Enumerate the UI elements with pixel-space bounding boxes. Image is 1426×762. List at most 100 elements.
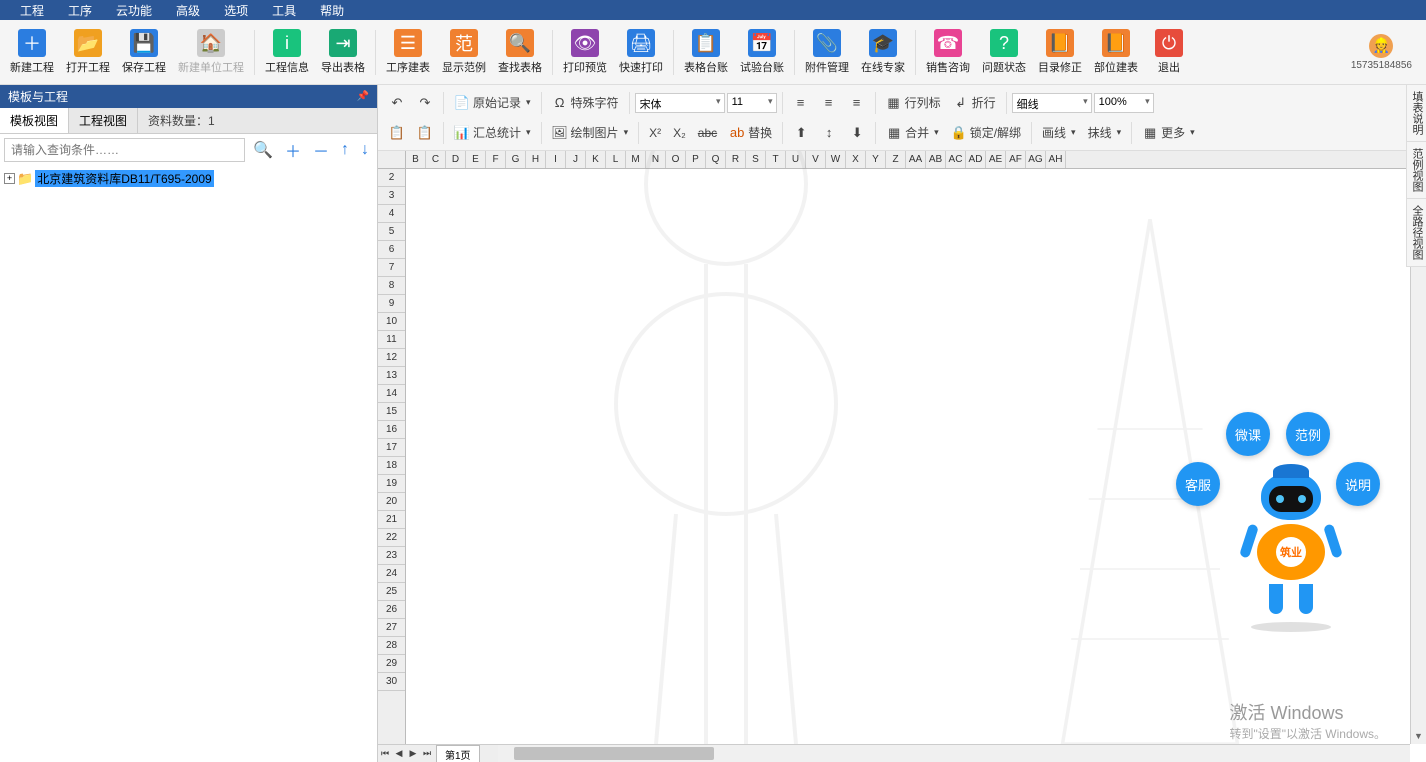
align-right-button[interactable]: ≡ <box>844 92 870 114</box>
row-header[interactable]: 20 <box>378 493 405 511</box>
row-header[interactable]: 12 <box>378 349 405 367</box>
col-header[interactable]: C <box>426 151 446 168</box>
collapse-icon[interactable]: － <box>309 138 333 162</box>
col-header[interactable]: AF <box>1006 151 1026 168</box>
row-header[interactable]: 22 <box>378 529 405 547</box>
col-header[interactable]: N <box>646 151 666 168</box>
bubble-kefu[interactable]: 客服 <box>1176 462 1220 506</box>
zoom-select[interactable]: 100% <box>1094 93 1154 113</box>
row-header[interactable]: 21 <box>378 511 405 529</box>
font-size-select[interactable]: 11 <box>727 93 777 113</box>
row-header[interactable]: 15 <box>378 403 405 421</box>
col-header[interactable]: P <box>686 151 706 168</box>
bubble-weike[interactable]: 微课 <box>1226 412 1270 456</box>
toolbar-表格台账[interactable]: 📋表格台账 <box>678 25 734 79</box>
menu-2[interactable]: 云功能 <box>104 2 164 19</box>
menu-5[interactable]: 工具 <box>260 2 308 19</box>
valign-middle-button[interactable]: ↕ <box>816 122 842 144</box>
row-header[interactable]: 11 <box>378 331 405 349</box>
next-sheet-icon[interactable]: ▶ <box>406 748 420 759</box>
side-tab-2[interactable]: 全路径视图 <box>1407 199 1426 267</box>
side-tab-0[interactable]: 填表说明 <box>1407 85 1426 142</box>
valign-top-button[interactable]: ⬆ <box>788 122 814 144</box>
down-icon[interactable]: ↓ <box>357 141 373 159</box>
redo-button[interactable]: ↷ <box>412 92 438 114</box>
col-header[interactable]: M <box>626 151 646 168</box>
row-header[interactable]: 9 <box>378 295 405 313</box>
col-header[interactable]: U <box>786 151 806 168</box>
col-header[interactable]: AD <box>966 151 986 168</box>
row-header[interactable]: 17 <box>378 439 405 457</box>
menu-4[interactable]: 选项 <box>212 2 260 19</box>
toolbar-打印预览[interactable]: 👁打印预览 <box>557 25 613 79</box>
col-header[interactable]: AE <box>986 151 1006 168</box>
superscript-button[interactable]: X² <box>644 123 666 143</box>
subscript-button[interactable]: X₂ <box>668 123 691 143</box>
tree-root-label[interactable]: 北京建筑资料库DB11/T695-2009 <box>35 170 214 187</box>
col-header[interactable]: B <box>406 151 426 168</box>
col-header[interactable]: W <box>826 151 846 168</box>
toolbar-附件管理[interactable]: 📎附件管理 <box>799 25 855 79</box>
col-header[interactable]: Z <box>886 151 906 168</box>
prev-sheet-icon[interactable]: ◀ <box>392 748 406 759</box>
merge-button[interactable]: ▦合并▾ <box>881 121 944 144</box>
orig-record-button[interactable]: 📄原始记录▾ <box>449 91 536 114</box>
row-header[interactable]: 25 <box>378 583 405 601</box>
draw-image-button[interactable]: 🖼绘制图片▾ <box>547 121 634 144</box>
tree-toggle-icon[interactable]: + <box>4 173 15 184</box>
col-header[interactable]: Q <box>706 151 726 168</box>
search-icon[interactable]: 🔍 <box>249 140 277 160</box>
first-sheet-icon[interactable]: ⏮ <box>378 748 392 759</box>
row-header[interactable]: 28 <box>378 637 405 655</box>
col-header[interactable]: AH <box>1046 151 1066 168</box>
col-header[interactable]: E <box>466 151 486 168</box>
col-header[interactable]: L <box>606 151 626 168</box>
col-header[interactable]: J <box>566 151 586 168</box>
col-header[interactable]: F <box>486 151 506 168</box>
col-header[interactable]: AB <box>926 151 946 168</box>
sheet-corner[interactable] <box>378 151 406 169</box>
scroll-down-icon[interactable]: ▼ <box>1411 728 1426 744</box>
row-header[interactable]: 23 <box>378 547 405 565</box>
col-header[interactable]: Y <box>866 151 886 168</box>
up-icon[interactable]: ↑ <box>337 141 353 159</box>
sheet-tab[interactable]: 第1页 <box>436 745 480 762</box>
toolbar-在线专家[interactable]: 🎓在线专家 <box>855 25 911 79</box>
toolbar-工序建表[interactable]: ☰工序建表 <box>380 25 436 79</box>
col-header[interactable]: I <box>546 151 566 168</box>
row-header[interactable]: 29 <box>378 655 405 673</box>
toolbar-新建工程[interactable]: ＋新建工程 <box>4 25 60 79</box>
robot-mascot[interactable]: 筑业 <box>1246 472 1336 632</box>
align-center-button[interactable]: ≡ <box>816 92 842 114</box>
expand-icon[interactable]: ＋ <box>281 138 305 162</box>
strikethrough-button[interactable]: abc <box>693 123 722 143</box>
menu-1[interactable]: 工序 <box>56 2 104 19</box>
toolbar-销售咨询[interactable]: ☎销售咨询 <box>920 25 976 79</box>
horizontal-scrollbar[interactable] <box>498 744 1410 762</box>
row-header[interactable]: 10 <box>378 313 405 331</box>
bubble-fanli[interactable]: 范例 <box>1286 412 1330 456</box>
row-header[interactable]: 14 <box>378 385 405 403</box>
tree-root-node[interactable]: + 📁 北京建筑资料库DB11/T695-2009 <box>4 170 373 187</box>
toolbar-显示范例[interactable]: 范显示范例 <box>436 25 492 79</box>
toolbar-试验台账[interactable]: 📅试验台账 <box>734 25 790 79</box>
grid-body[interactable] <box>406 169 1410 744</box>
more-button[interactable]: ▦更多▾ <box>1137 121 1200 144</box>
row-header[interactable]: 3 <box>378 187 405 205</box>
col-header[interactable]: V <box>806 151 826 168</box>
col-header[interactable]: D <box>446 151 466 168</box>
special-char-button[interactable]: Ω特殊字符 <box>547 91 624 114</box>
toolbar-打开工程[interactable]: 📂打开工程 <box>60 25 116 79</box>
rowcol-button[interactable]: ▦行列标 <box>881 91 946 114</box>
row-header[interactable]: 18 <box>378 457 405 475</box>
tab-project-view[interactable]: 工程视图 <box>69 108 138 133</box>
paste-button[interactable]: 📋 <box>412 122 438 144</box>
toolbar-导出表格[interactable]: ⇥导出表格 <box>315 25 371 79</box>
draw-line-button[interactable]: 画线▾ <box>1037 121 1081 144</box>
col-header[interactable]: O <box>666 151 686 168</box>
row-header[interactable]: 8 <box>378 277 405 295</box>
row-header[interactable]: 2 <box>378 169 405 187</box>
toolbar-退出[interactable]: ⏻退出 <box>1144 25 1194 79</box>
menu-3[interactable]: 高级 <box>164 2 212 19</box>
row-header[interactable]: 6 <box>378 241 405 259</box>
